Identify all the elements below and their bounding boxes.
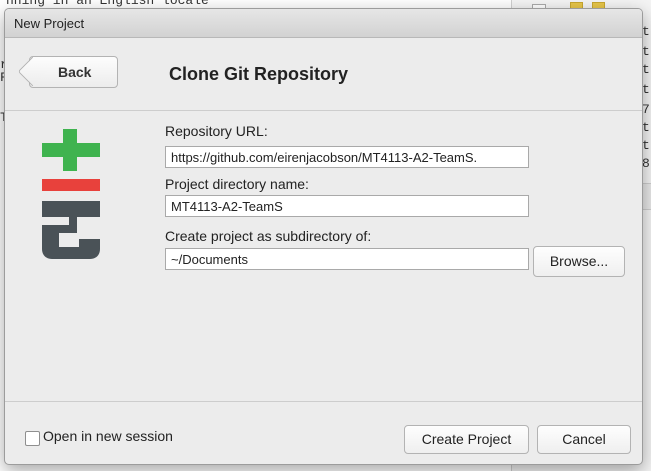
dialog-footer: Open in new session Create Project Cance… [5,401,642,464]
back-arrow-icon [17,56,48,87]
panel-text: t [642,62,650,77]
panel-text: t [642,44,650,59]
project-directory-input[interactable] [165,195,529,217]
panel-text: t [642,138,650,153]
repo-url-label: Repository URL: [165,123,268,139]
back-button[interactable]: Back [17,56,118,88]
subdir-label: Create project as subdirectory of: [165,228,372,244]
subdirectory-input[interactable] [165,248,529,270]
new-project-dialog: New Project Back Clone Git Repository Re… [4,8,643,465]
panel-text: t [642,120,650,135]
back-button-label: Back [58,64,92,80]
panel-text: t [642,82,650,97]
open-new-session-checkbox[interactable] [25,431,40,446]
git-logo-icon [42,129,100,259]
panel-text: 8 [642,156,650,171]
dir-name-label: Project directory name: [165,176,309,192]
cancel-button[interactable]: Cancel [537,425,631,454]
repo-url-input[interactable] [165,146,529,168]
browse-button[interactable]: Browse... [533,246,625,277]
create-project-button[interactable]: Create Project [404,425,529,454]
panel-text: 7 [642,102,650,117]
background-editor-text: nning in an English locale [6,0,209,8]
dialog-header: Back Clone Git Repository [5,38,642,111]
page-title: Clone Git Repository [169,64,349,84]
open-new-session-label[interactable]: Open in new session [43,428,173,444]
dialog-titlebar: New Project [5,9,642,38]
panel-text: t [642,24,650,39]
